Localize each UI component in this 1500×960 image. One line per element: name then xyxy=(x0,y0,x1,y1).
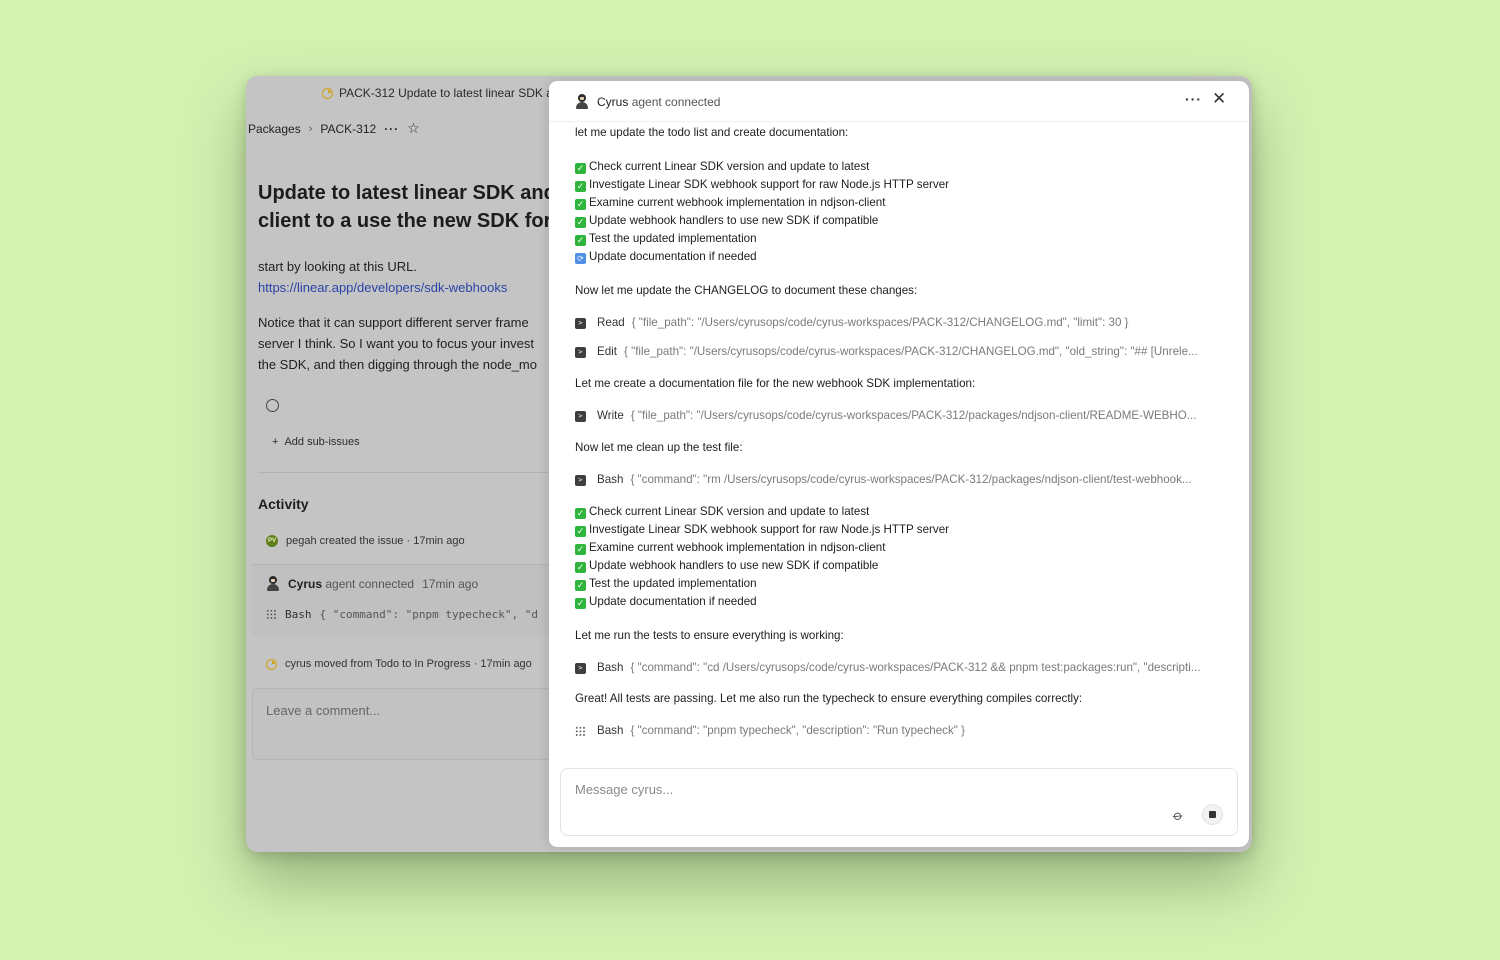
tool-call-row[interactable]: > Read { "file_path": "/Users/cyrusops/c… xyxy=(575,315,1240,331)
description-line: Notice that it can support different ser… xyxy=(258,315,529,330)
more-options-icon[interactable]: ··· xyxy=(1185,91,1202,107)
terminal-icon: > xyxy=(575,346,586,358)
activity-heading: Activity xyxy=(258,496,309,512)
close-icon[interactable]: ✕ xyxy=(1212,89,1226,109)
terminal-icon: > xyxy=(575,317,586,329)
comment-input[interactable]: Leave a comment... xyxy=(252,688,572,760)
message-placeholder: Message cyrus... xyxy=(575,782,674,797)
todo-item: ✓ Examine current webhook implementation … xyxy=(575,541,886,555)
agent-status: agent connected xyxy=(631,94,721,109)
agent-avatar-icon xyxy=(575,94,589,109)
check-icon: ✓ xyxy=(575,562,586,573)
divider xyxy=(258,472,558,473)
agent-message: let me update the todo list and create d… xyxy=(575,126,849,139)
check-icon: ✓ xyxy=(575,580,586,591)
tool-call-row[interactable]: Bash { "command": "pnpm typecheck", "des… xyxy=(575,723,1240,739)
check-icon: ✓ xyxy=(575,598,586,609)
comment-placeholder: Leave a comment... xyxy=(266,703,381,718)
agent-message: Now let me clean up the test file: xyxy=(575,441,743,454)
todo-item: ✓ Examine current webhook implementation … xyxy=(575,196,886,210)
add-sub-issues-button[interactable]: + Add sub-issues xyxy=(272,436,360,448)
tool-call-row[interactable]: > Bash { "command": "rm /Users/cyrusops/… xyxy=(575,472,1240,488)
activity-created: PV pegah created the issue · 17min ago xyxy=(266,535,465,547)
terminal-icon: > xyxy=(575,410,586,422)
check-icon: ✓ xyxy=(575,217,586,228)
loading-grid-icon xyxy=(266,609,277,620)
agent-activity-card[interactable]: Cyrus agent connected 17min ago Bash { "… xyxy=(252,564,572,637)
more-options-icon[interactable]: ··· xyxy=(384,122,399,136)
loading-grid-icon xyxy=(575,725,586,737)
issue-tab[interactable]: PACK-312 Update to latest linear SDK a xyxy=(322,86,553,100)
breadcrumb-issue-id[interactable]: PACK-312 xyxy=(320,122,376,136)
todo-item: ✓ Update documentation if needed xyxy=(575,595,757,609)
description-line: server I think. So I want you to focus y… xyxy=(258,336,535,351)
panel-header: Cyrus agent connected ··· ✕ xyxy=(549,81,1249,122)
check-icon: ✓ xyxy=(575,181,586,192)
breadcrumb-packages[interactable]: Packages xyxy=(248,122,301,136)
todo-item: ✓ Check current Linear SDK version and up… xyxy=(575,505,870,519)
activity-status-change: cyrus moved from Todo to In Progress · 1… xyxy=(266,658,532,670)
stop-button[interactable] xyxy=(1202,804,1223,825)
todo-item: ⟳ Update documentation if needed xyxy=(575,249,757,265)
issue-description[interactable]: start by looking at this URL. https://li… xyxy=(258,256,537,389)
check-icon: ✓ xyxy=(575,163,586,174)
agent-name: Cyrus xyxy=(597,94,629,109)
message-input[interactable]: Message cyrus... ⌀ xyxy=(560,768,1238,836)
agent-panel: Cyrus agent connected ··· ✕ let me updat… xyxy=(549,81,1249,847)
attach-icon[interactable]: ⌀ xyxy=(1170,806,1187,824)
todo-item: ✓ Update webhook handlers to use new SDK … xyxy=(575,214,879,228)
check-icon: ✓ xyxy=(575,199,586,210)
agent-message: Now let me update the CHANGELOG to docum… xyxy=(575,284,918,297)
in-progress-icon xyxy=(266,658,277,670)
in-progress-icon xyxy=(322,87,333,99)
agent-identity: Cyrus agent connected xyxy=(575,94,720,109)
issue-title[interactable]: Update to latest linear SDK and client t… xyxy=(258,179,573,235)
emoji-reaction-icon[interactable] xyxy=(266,399,279,412)
issue-tab-title: PACK-312 Update to latest linear SDK a xyxy=(339,86,553,100)
tool-call-row[interactable]: > Bash { "command": "cd /Users/cyrusops/… xyxy=(575,660,1240,676)
avatar: PV xyxy=(266,535,278,547)
todo-item: ✓ Check current Linear SDK version and up… xyxy=(575,160,870,174)
plus-icon: + xyxy=(272,436,279,448)
refresh-icon: ⟳ xyxy=(575,253,586,264)
check-icon: ✓ xyxy=(575,508,586,519)
chevron-right-icon: › xyxy=(308,122,313,135)
tool-call-row[interactable]: > Edit { "file_path": "/Users/cyrusops/c… xyxy=(575,344,1240,360)
breadcrumb: Packages › PACK-312 ··· ☆ xyxy=(248,120,420,137)
todo-item: ✓ Investigate Linear SDK webhook support … xyxy=(575,523,950,537)
todo-item: ✓ Test the updated implementation xyxy=(575,232,757,246)
check-icon: ✓ xyxy=(575,526,586,537)
agent-message: Let me create a documentation file for t… xyxy=(575,377,976,390)
todo-item: ✓ Test the updated implementation xyxy=(575,577,757,591)
todo-item: ✓ Update webhook handlers to use new SDK … xyxy=(575,559,879,573)
check-icon: ✓ xyxy=(575,235,586,246)
todo-item: ✓ Investigate Linear SDK webhook support … xyxy=(575,178,950,192)
description-line: the SDK, and then digging through the no… xyxy=(258,357,537,372)
description-link[interactable]: https://linear.app/developers/sdk-webhoo… xyxy=(258,280,507,295)
terminal-icon: > xyxy=(575,474,586,486)
agent-avatar-icon xyxy=(266,576,280,591)
agent-message: Let me run the tests to ensure everythin… xyxy=(575,629,844,642)
tool-call-row[interactable]: > Write { "file_path": "/Users/cyrusops/… xyxy=(575,408,1240,424)
check-icon: ✓ xyxy=(575,544,586,555)
star-icon[interactable]: ☆ xyxy=(407,120,420,137)
agent-message: Great! All tests are passing. Let me als… xyxy=(575,692,1083,705)
description-line: start by looking at this URL. xyxy=(258,259,417,274)
terminal-icon: > xyxy=(575,662,586,674)
